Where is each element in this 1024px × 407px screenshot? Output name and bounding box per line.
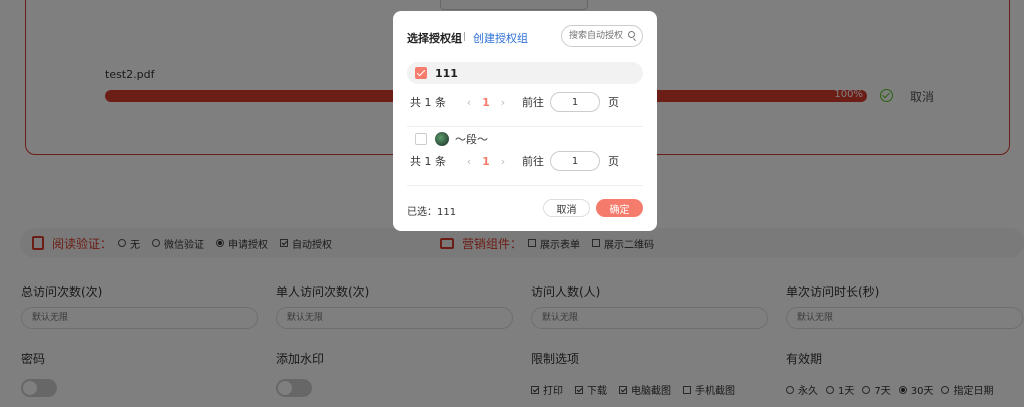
select-auth-group-dialog: 选择授权组 创建授权组 111 共 1 条 ‹ 1 › 前往 页 ～段～ 共 1… [393, 11, 657, 231]
checkbox-icon[interactable] [415, 133, 427, 145]
checkbox-checked-icon[interactable] [415, 67, 427, 79]
pagination-current-page[interactable]: 1 [476, 96, 496, 109]
dialog-title: 选择授权组 [407, 32, 462, 45]
auth-group-item[interactable]: 111 [407, 62, 643, 84]
pagination-total: 共 1 条 [410, 96, 446, 109]
cancel-button[interactable]: 取消 [543, 199, 590, 217]
pagination: 共 1 条 ‹ 1 › 前往 页 [410, 92, 646, 112]
chevron-left-icon[interactable]: ‹ [462, 96, 476, 109]
pagination-page-input[interactable] [550, 151, 600, 171]
avatar [435, 132, 449, 146]
pagination-page-input[interactable] [550, 92, 600, 112]
pagination-total: 共 1 条 [410, 155, 446, 168]
title-divider [464, 32, 465, 41]
auth-group-name: 111 [435, 66, 458, 80]
divider [407, 126, 643, 127]
chevron-right-icon[interactable]: › [496, 155, 510, 168]
selected-summary: 已选：111 [407, 207, 457, 218]
auth-group-item[interactable]: ～段～ [407, 128, 643, 150]
confirm-button[interactable]: 确定 [596, 199, 643, 217]
pagination-goto-label: 前往 [522, 96, 544, 109]
divider [407, 185, 643, 186]
pagination-goto-label: 前往 [522, 155, 544, 168]
pagination: 共 1 条 ‹ 1 › 前往 页 [410, 151, 646, 171]
pagination-unit: 页 [608, 96, 619, 109]
create-auth-group-link[interactable]: 创建授权组 [473, 30, 528, 46]
pagination-unit: 页 [608, 155, 619, 168]
chevron-left-icon[interactable]: ‹ [462, 155, 476, 168]
chevron-right-icon[interactable]: › [496, 96, 510, 109]
pagination-current-page[interactable]: 1 [476, 155, 496, 168]
auth-group-name: ～段～ [455, 133, 488, 146]
search-icon[interactable] [628, 31, 635, 38]
